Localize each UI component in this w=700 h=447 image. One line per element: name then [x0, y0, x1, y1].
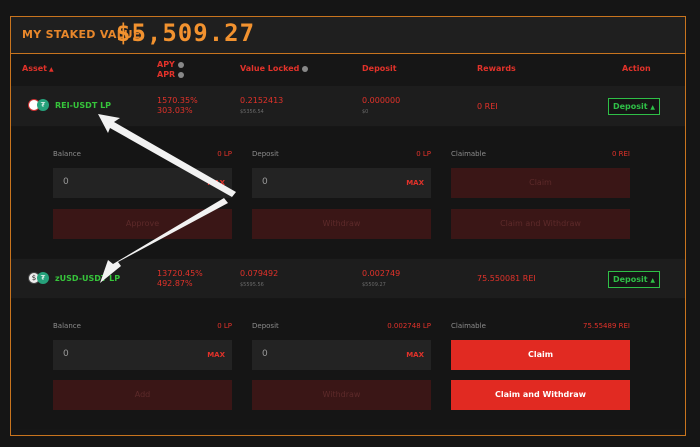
- col-apr: APR: [157, 70, 176, 79]
- value-locked-usd: $5356.54: [240, 109, 264, 115]
- value-locked: 0.2152413: [240, 96, 284, 105]
- deposit-value: 0.002749: [362, 269, 401, 278]
- claim-and-withdraw-button[interactable]: Claim and Withdraw: [451, 380, 630, 410]
- deposit-amount: 0.002748 LP: [387, 322, 431, 330]
- apy-value: 1570.35%: [157, 96, 198, 105]
- chevron-up-icon: ▲: [650, 277, 656, 284]
- deposit-usd: $5509.27: [362, 282, 386, 288]
- balance-input[interactable]: 0 MAX: [53, 340, 232, 370]
- deposit-label: Deposit: [252, 150, 279, 158]
- claimable-label: Claimable: [451, 150, 486, 158]
- max-button[interactable]: MAX: [207, 351, 225, 359]
- max-button[interactable]: MAX: [207, 179, 225, 187]
- claimable-label: Claimable: [451, 322, 486, 330]
- sort-up-icon: ▲: [48, 66, 54, 73]
- balance-input[interactable]: 0 MAX: [53, 168, 232, 198]
- col-apy-apr: APY APR: [157, 60, 185, 80]
- withdraw-input[interactable]: 0 MAX: [252, 340, 431, 370]
- balance-label: Balance: [53, 322, 81, 330]
- approve-button[interactable]: Approve: [53, 209, 232, 239]
- claim-button[interactable]: Claim: [451, 168, 630, 198]
- deposit-usd: $0: [362, 109, 369, 115]
- pair-name: REI-USDT LP: [55, 101, 112, 110]
- claimable-value: 0 REI: [611, 150, 630, 158]
- deposit-amount: 0 LP: [416, 150, 431, 158]
- info-icon[interactable]: [177, 61, 184, 68]
- claim-button[interactable]: Claim: [451, 340, 630, 370]
- usdt-token-icon: ₮: [37, 272, 49, 284]
- withdraw-button[interactable]: Withdraw: [252, 380, 431, 410]
- deposit-value: 0.000000: [362, 96, 401, 105]
- usdt-token-icon: ₮: [37, 99, 49, 111]
- pair-token-icons: ₮: [28, 99, 50, 113]
- col-deposit: Deposit: [362, 64, 397, 73]
- col-asset[interactable]: Asset ▲: [22, 64, 54, 75]
- apr-value: 492.87%: [157, 279, 193, 288]
- rewards-value: 0 REI: [477, 102, 498, 111]
- withdraw-input[interactable]: 0 MAX: [252, 168, 431, 198]
- balance-label: Balance: [53, 150, 81, 158]
- withdraw-button[interactable]: Withdraw: [252, 209, 431, 239]
- value-locked-usd: $5595.56: [240, 282, 264, 288]
- pair-name: zUSD-USDT LP: [55, 274, 121, 283]
- col-apy: APY: [157, 60, 175, 69]
- balance-value: 0 LP: [217, 322, 232, 330]
- col-value-locked: Value Locked: [240, 64, 309, 74]
- balance-value: 0 LP: [217, 150, 232, 158]
- apy-value: 13720.45%: [157, 269, 203, 278]
- deposit-toggle-button[interactable]: Deposit ▲: [608, 98, 660, 115]
- apr-value: 303.03%: [157, 106, 193, 115]
- info-icon[interactable]: [302, 65, 309, 72]
- deposit-toggle-button[interactable]: Deposit ▲: [608, 271, 660, 288]
- value-locked: 0.079492: [240, 269, 279, 278]
- chevron-up-icon: ▲: [650, 104, 656, 111]
- claimable-value: 75.55489 REI: [583, 322, 630, 330]
- rewards-value: 75.550081 REI: [477, 274, 536, 283]
- max-button[interactable]: MAX: [406, 179, 424, 187]
- staked-value-amount: $5,509.27: [116, 19, 256, 47]
- max-button[interactable]: MAX: [406, 351, 424, 359]
- pair-token-icons: $ ₮: [28, 272, 50, 286]
- add-button[interactable]: Add: [53, 380, 232, 410]
- col-rewards: Rewards: [477, 64, 516, 73]
- claim-and-withdraw-button[interactable]: Claim and Withdraw: [451, 209, 630, 239]
- info-icon[interactable]: [178, 71, 185, 78]
- col-action: Action: [622, 64, 651, 73]
- pool-row-rei-usdt: [11, 86, 685, 126]
- deposit-label: Deposit: [252, 322, 279, 330]
